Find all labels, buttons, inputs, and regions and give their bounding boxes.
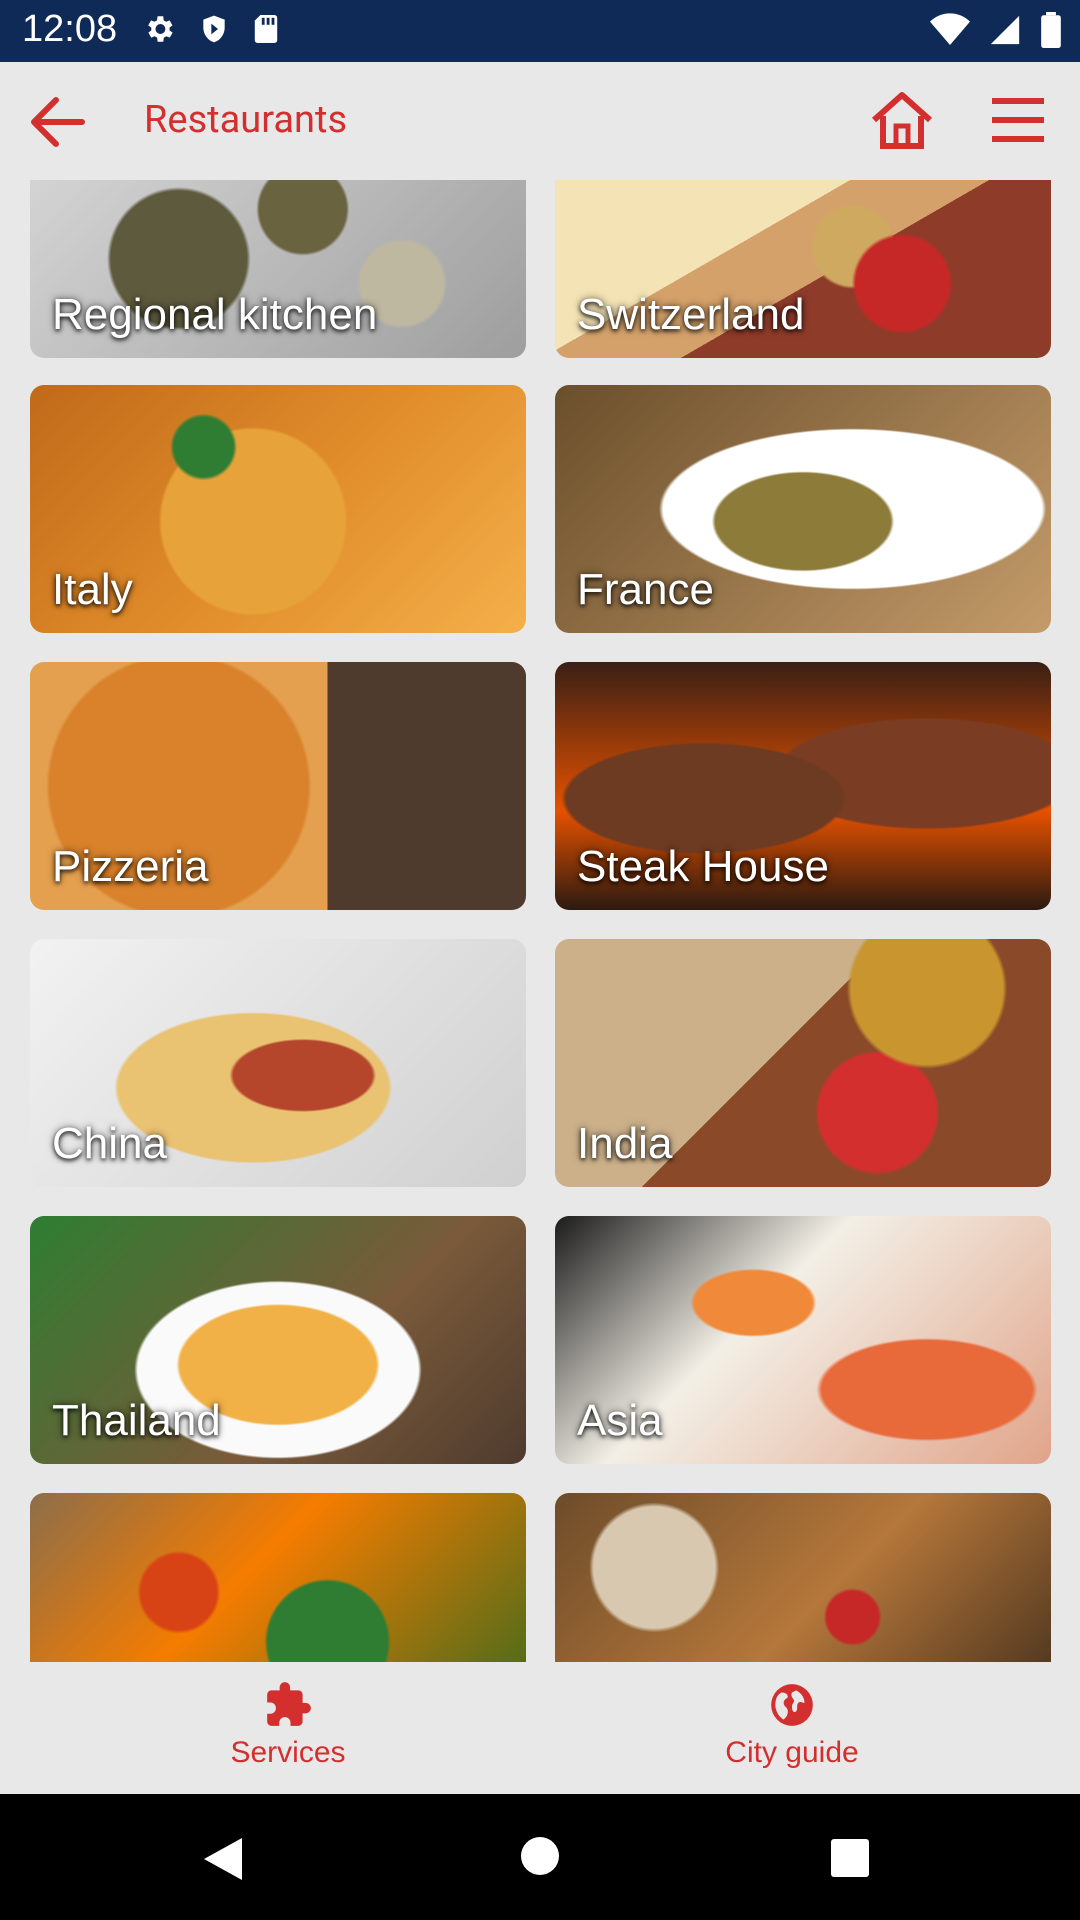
- category-label: Asia: [577, 1396, 663, 1445]
- category-label: China: [52, 1119, 167, 1168]
- status-time: 12:08: [22, 8, 118, 50]
- cellular-signal-icon: [990, 15, 1020, 45]
- nav-services[interactable]: Services: [200, 1680, 376, 1770]
- category-label: Thailand: [52, 1396, 221, 1445]
- category-label: Switzerland: [577, 290, 805, 339]
- home-icon: [872, 92, 932, 149]
- category-card-regional-kitchen[interactable]: Regional kitchen: [30, 180, 526, 358]
- system-back-button[interactable]: [202, 1836, 244, 1886]
- category-label: Pizzeria: [52, 842, 209, 891]
- nav-city-guide-label: City guide: [725, 1736, 859, 1769]
- category-card-china[interactable]: China: [30, 939, 526, 1187]
- menu-button[interactable]: [990, 94, 1046, 146]
- system-navigation-bar: [0, 1794, 1080, 1920]
- category-label: Regional kitchen: [52, 290, 378, 339]
- system-home-button[interactable]: [520, 1836, 560, 1880]
- app-bar: Restaurants: [0, 62, 1080, 180]
- system-recents-button[interactable]: [830, 1838, 870, 1882]
- category-card-france[interactable]: France: [555, 385, 1051, 633]
- sd-card-icon: [254, 15, 278, 43]
- category-label: France: [577, 565, 714, 614]
- status-icons-left: [142, 12, 280, 46]
- nav-services-label: Services: [230, 1736, 346, 1769]
- hamburger-menu-icon: [992, 98, 1044, 142]
- bottom-navigation: Services City guide: [0, 1662, 1080, 1794]
- page-title: Restaurants: [144, 98, 348, 142]
- category-grid: Regional kitchen Switzerland Italy Franc…: [0, 180, 1080, 1662]
- recents-square-icon: [831, 1839, 869, 1877]
- wifi-icon: [930, 13, 970, 45]
- back-triangle-icon: [204, 1838, 242, 1880]
- category-card-thailand[interactable]: Thailand: [30, 1216, 526, 1464]
- category-card-asia[interactable]: Asia: [555, 1216, 1051, 1464]
- category-card-pizzeria[interactable]: Pizzeria: [30, 662, 526, 910]
- home-button[interactable]: [870, 90, 934, 150]
- category-card-italy[interactable]: Italy: [30, 385, 526, 633]
- settings-icon: [148, 16, 173, 42]
- arrow-left-icon: [31, 97, 85, 147]
- nav-city-guide[interactable]: City guide: [700, 1680, 884, 1770]
- category-label: India: [577, 1119, 673, 1168]
- status-icons-right: [930, 12, 1062, 48]
- category-label: Italy: [52, 565, 133, 614]
- home-circle-icon: [521, 1837, 559, 1875]
- status-bar: 12:08: [0, 0, 1080, 62]
- category-card-india[interactable]: India: [555, 939, 1051, 1187]
- category-card-switzerland[interactable]: Switzerland: [555, 180, 1051, 358]
- back-button[interactable]: [26, 94, 88, 150]
- battery-icon: [1041, 12, 1061, 48]
- category-card-partial[interactable]: [555, 1493, 1051, 1662]
- category-card-partial[interactable]: [30, 1493, 526, 1662]
- category-label: Steak House: [577, 842, 829, 891]
- puzzle-icon: [267, 1682, 311, 1726]
- globe-icon: [771, 1684, 813, 1726]
- shield-icon: [203, 15, 225, 43]
- category-card-steak-house[interactable]: Steak House: [555, 662, 1051, 910]
